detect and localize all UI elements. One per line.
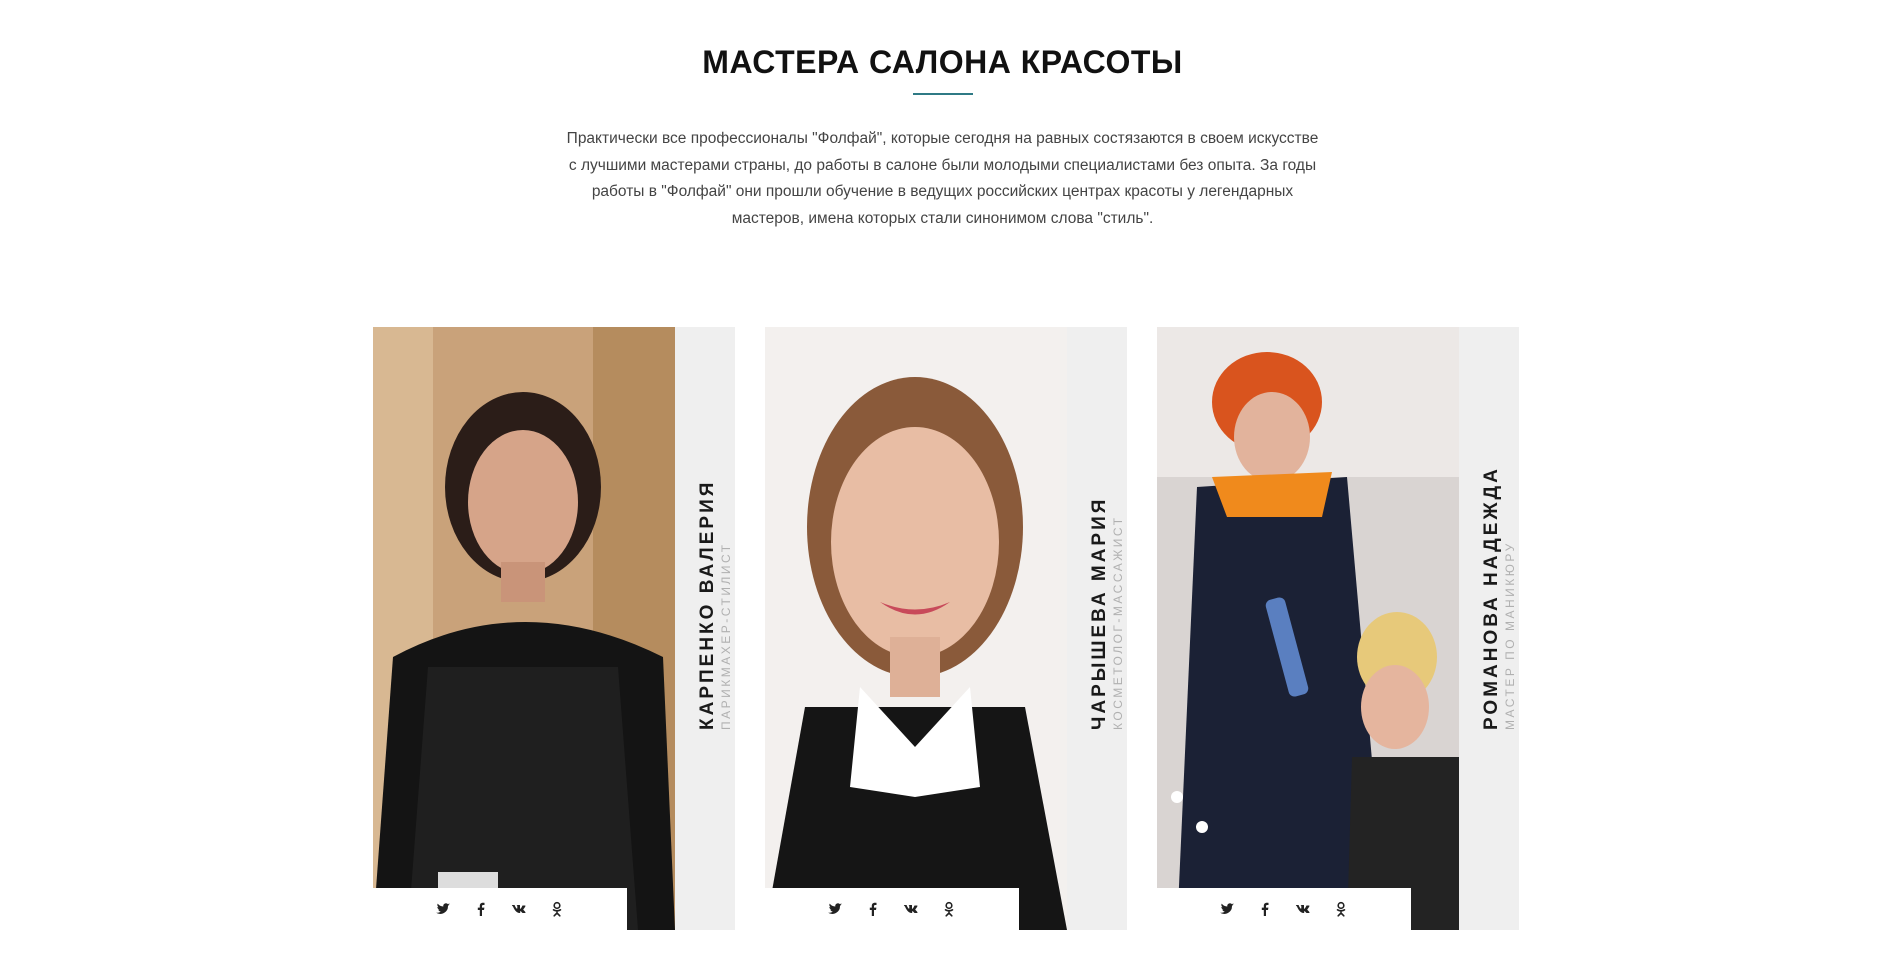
master-name: ЧАРЫШЕВА МАРИЯ (1089, 496, 1110, 730)
master-photo (373, 327, 675, 930)
twitter-icon[interactable] (1217, 899, 1237, 919)
master-role: ПАРИКМАХЕР-СТИЛИСТ (719, 542, 733, 730)
social-links (765, 888, 1019, 930)
master-card: ЧАРЫШЕВА МАРИЯ КОСМЕТОЛОГ-МАССАЖИСТ (765, 327, 1127, 930)
odnoklassniki-icon[interactable] (547, 899, 567, 919)
odnoklassniki-icon[interactable] (939, 899, 959, 919)
master-sidebar: ЧАРЫШЕВА МАРИЯ КОСМЕТОЛОГ-МАССАЖИСТ (1067, 327, 1127, 930)
vk-icon[interactable] (1293, 899, 1313, 919)
master-role: МАСТЕР ПО МАНИКЮРУ (1503, 541, 1517, 730)
facebook-icon[interactable] (471, 899, 491, 919)
master-sidebar: КАРПЕНКО ВАЛЕРИЯ ПАРИКМАХЕР-СТИЛИСТ (675, 327, 735, 930)
master-name: РОМАНОВА НАДЕЖДА (1481, 466, 1502, 730)
twitter-icon[interactable] (825, 899, 845, 919)
master-sidebar: РОМАНОВА НАДЕЖДА МАСТЕР ПО МАНИКЮРУ (1459, 327, 1519, 930)
section-intro: Практически все профессионалы "Фолфай", … (566, 130, 1319, 227)
vk-icon[interactable] (901, 899, 921, 919)
master-photo (765, 327, 1067, 930)
social-links (1157, 888, 1411, 930)
facebook-icon[interactable] (1255, 899, 1275, 919)
master-photo (1157, 327, 1459, 930)
twitter-icon[interactable] (433, 899, 453, 919)
vk-icon[interactable] (509, 899, 529, 919)
social-links (373, 888, 627, 930)
odnoklassniki-icon[interactable] (1331, 899, 1351, 919)
master-name: КАРПЕНКО ВАЛЕРИЯ (697, 479, 718, 730)
section-title: МАСТЕРА САЛОНА КРАСОТЫ (702, 44, 1183, 80)
master-role: КОСМЕТОЛОГ-МАССАЖИСТ (1111, 515, 1125, 730)
facebook-icon[interactable] (863, 899, 883, 919)
master-card: РОМАНОВА НАДЕЖДА МАСТЕР ПО МАНИКЮРУ (1157, 327, 1519, 930)
master-card: КАРПЕНКО ВАЛЕРИЯ ПАРИКМАХЕР-СТИЛИСТ (373, 327, 735, 930)
title-underline (913, 93, 973, 95)
